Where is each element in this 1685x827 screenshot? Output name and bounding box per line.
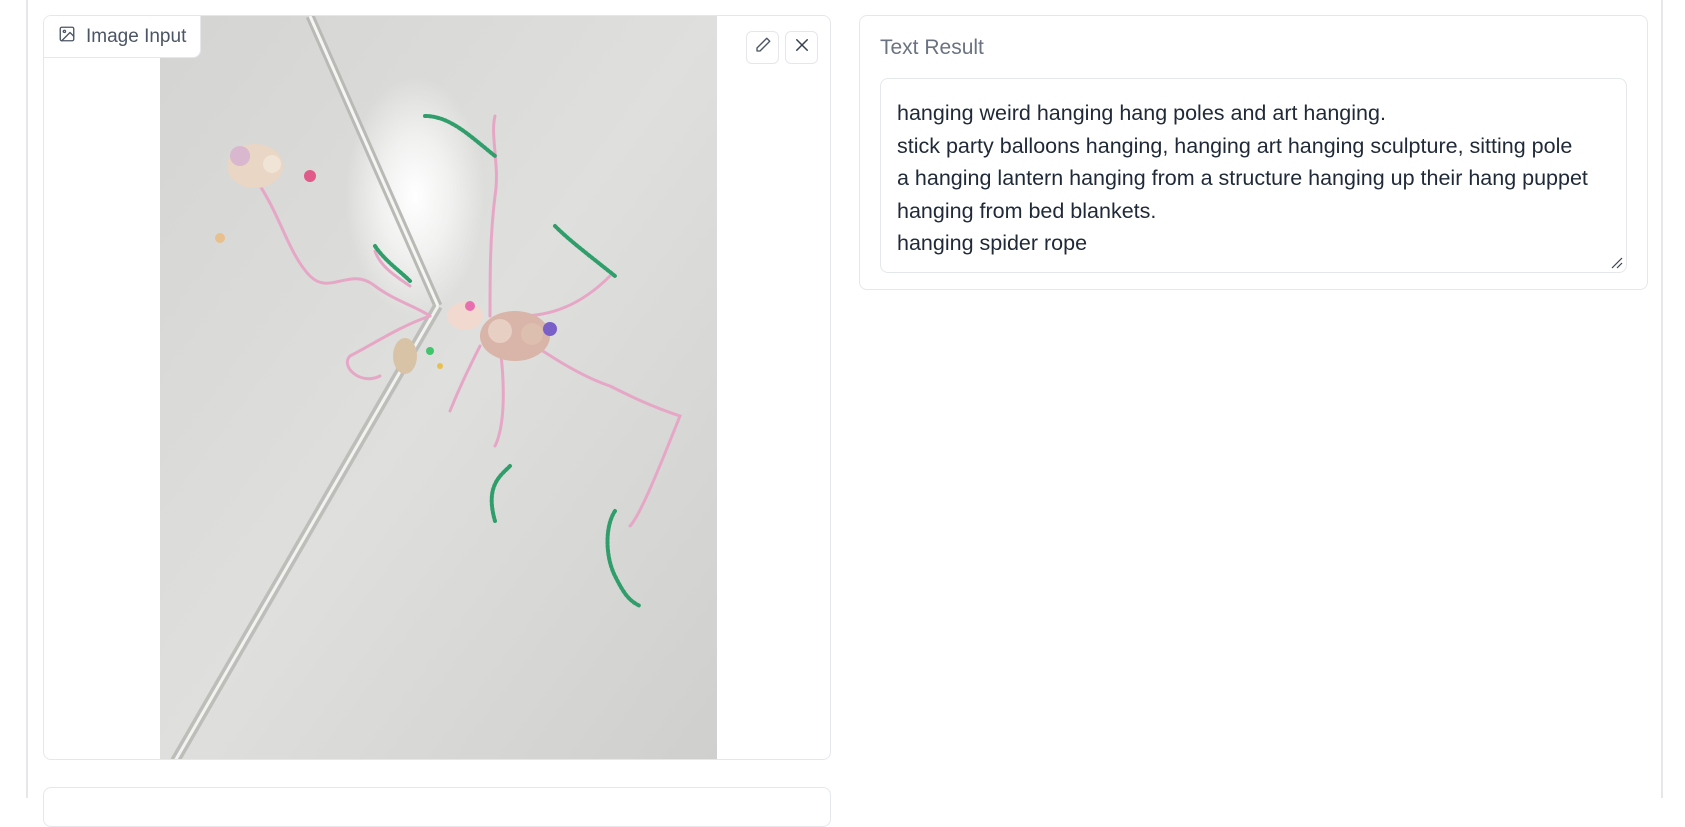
text-result-line: hanging from bed blankets. [897,198,1157,223]
edit-button[interactable] [746,31,779,64]
uploaded-photo [160,16,717,759]
resize-handle-icon[interactable] [1611,257,1623,269]
text-result-panel: Text Result hanging weird hanging hang p… [859,15,1648,290]
text-result-line: stick party balloons hanging, hanging ar… [897,133,1573,158]
image-input-label: Image Input [44,16,202,58]
right-divider [1661,0,1663,798]
image-input-panel[interactable]: Image Input [43,15,831,760]
page: Image Input Text Result hanging weird ha… [0,0,1685,827]
text-result-line: hanging weird hanging hang poles and art… [897,101,1386,125]
text-result-textarea[interactable]: hanging weird hanging hang poles and art… [880,78,1627,273]
text-result-line: hanging spider rope [897,231,1088,255]
lower-panel [43,787,831,827]
clear-button[interactable] [785,31,818,64]
image-input-label-text: Image Input [86,25,187,47]
close-icon [793,36,811,59]
pencil-icon [754,36,772,59]
text-result-line: a hanging lantern hanging from a structu… [897,166,1588,190]
image-icon [58,25,76,49]
left-divider [26,0,28,798]
text-result-label: Text Result [880,36,984,59]
